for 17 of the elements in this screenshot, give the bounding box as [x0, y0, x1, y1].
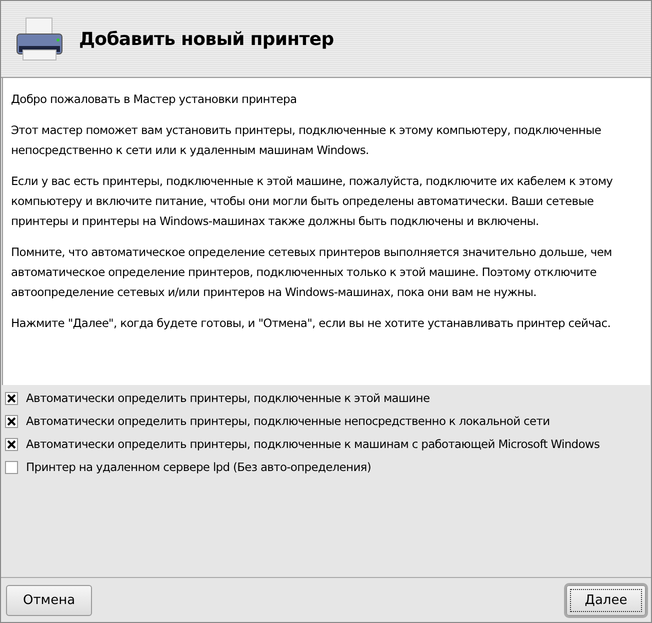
checkbox[interactable] [5, 414, 18, 428]
dialog-button[interactable]: Отмена [6, 584, 92, 616]
intro-paragraph: Помните, что автоматическое определение сетевых принтеров выполняется значительно дольше, чем автоматическое определение принтеров, подключенных только к этой машине. Поэтому отключите автоопределение сетевых и/или принтеров на Windows-машинах, пока они вам не нужны. [11, 244, 613, 301]
intro-paragraph: Этот мастер поможет вам установить принтеры, подключенные к этому компьютеру, подключенные непосредственно к сети или к удаленным машинам Windows. [11, 122, 602, 159]
checkbox[interactable] [5, 438, 18, 450]
checkbox[interactable] [5, 392, 18, 404]
checkbox-label: Автоматически определить принтеры, подключенные к машинам с работающей Microsoft Windows [26, 437, 600, 451]
checkbox-label: Принтер на удаленном сервере lpd (Без авто-определения) [26, 460, 372, 474]
window-title: Добавить новый принтер [79, 28, 334, 50]
intro-paragraph: Добро пожаловать в Мастер установки принтера [11, 91, 298, 108]
intro-paragraph: Если у вас есть принтеры, подключенные к этой машине, пожалуйста, подключите их кабелем к этому компьютеру и включите питание, чтобы они могли быть определены автоматически. Ваши сетевые принтеры и принтеры на Windows-машинах также должны быть подключены и включены. [11, 173, 614, 230]
dialog-button[interactable]: Далее [566, 584, 646, 616]
checkbox-label: Автоматически определить принтеры, подключенные к этой машине [26, 391, 430, 405]
checkbox-label: Автоматически определить принтеры, подключенные непосредственно к локальной сети [26, 414, 550, 428]
intro-paragraph: Нажмите "Далее", когда будете готовы, и "Отмена", если вы не хотите устанавливать принтер сейчас. [11, 315, 612, 332]
checkbox[interactable] [5, 460, 18, 474]
printer-icon [15, 16, 65, 62]
